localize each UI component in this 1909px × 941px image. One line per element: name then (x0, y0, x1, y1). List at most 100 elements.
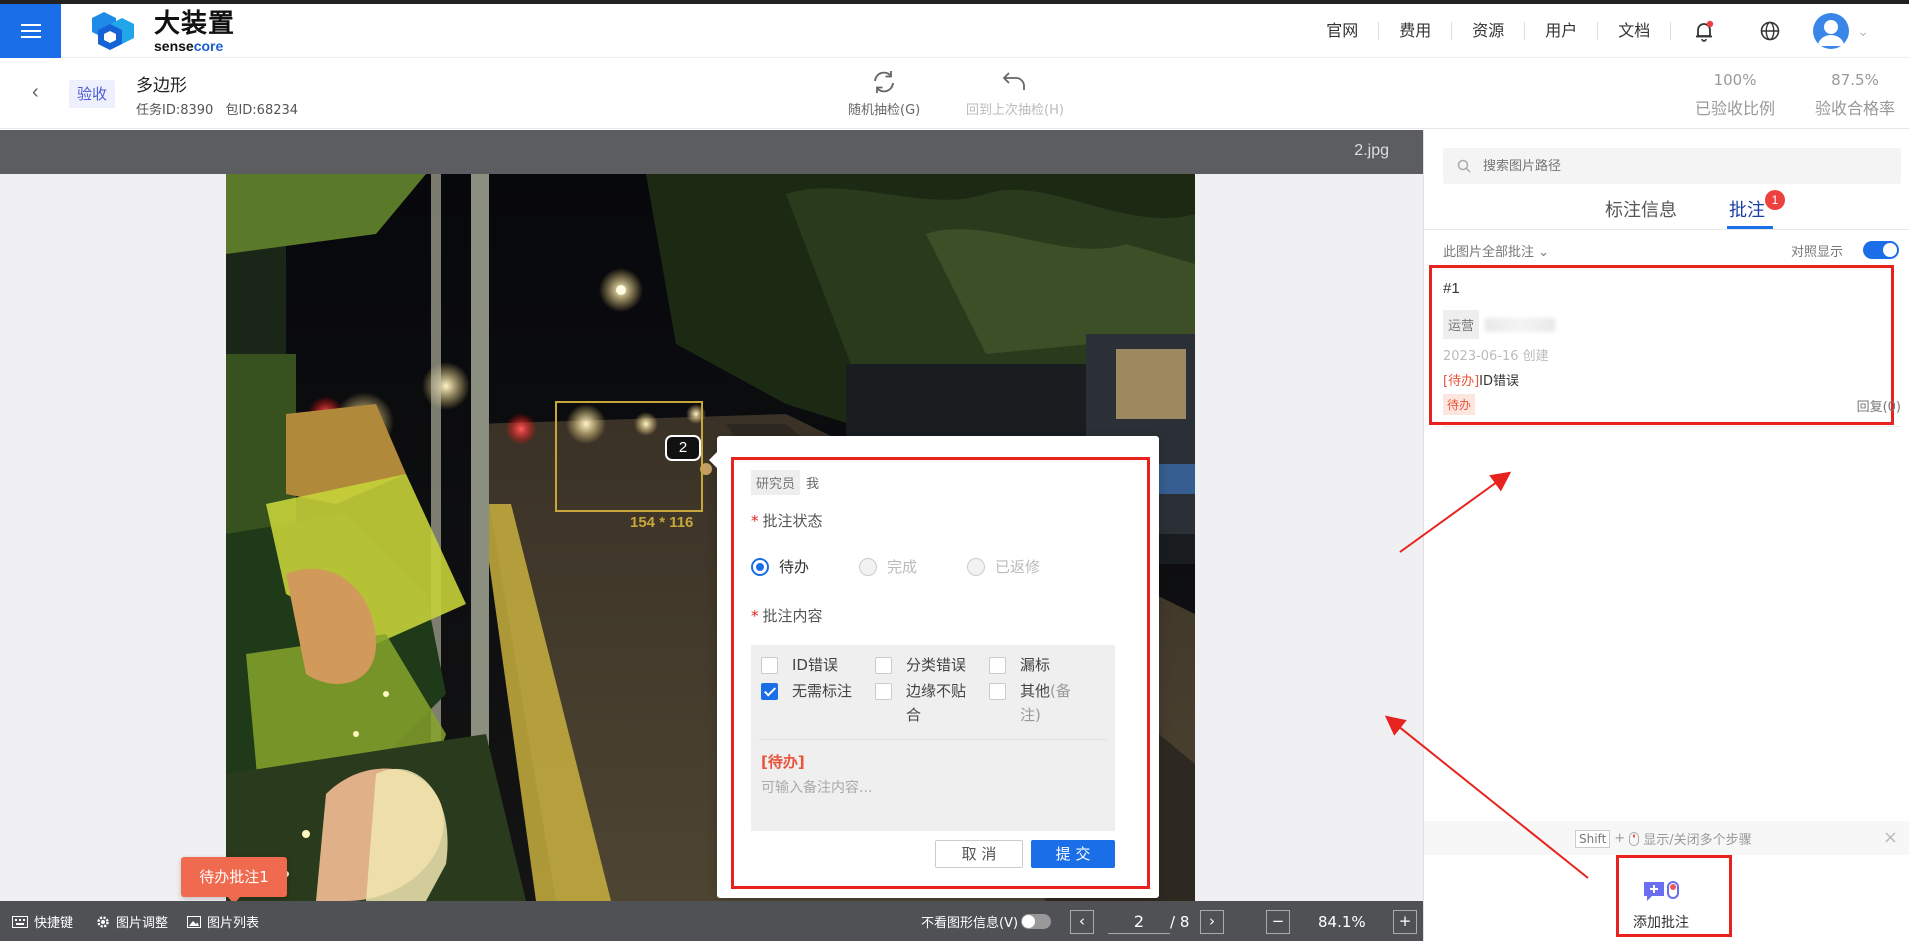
zoom-level: 84.1% (1318, 913, 1366, 931)
status-radio-reworked[interactable]: 已返修 (967, 556, 1040, 577)
next-page-button[interactable]: › (1200, 910, 1224, 934)
status-radio-pending[interactable]: 待办 (751, 556, 809, 577)
brand-logo[interactable]: 大装置 sensecore (80, 9, 236, 54)
note-id: #1 (1443, 280, 1460, 297)
pass-rate-label: 验收合格率 (1815, 99, 1896, 118)
gear-icon (97, 915, 109, 928)
image-path-search-input[interactable] (1483, 158, 1863, 174)
note-card[interactable]: #1 运营 2023-06-16 创建 [待办]ID错误 待办 回复(0) (1443, 276, 1901, 434)
pass-rate-stat: 87.5% 验收合格率 (1815, 71, 1895, 119)
back-to-last-check-button[interactable]: 回到上次抽检(H) (966, 65, 1064, 118)
top-navigation-bar: 大装置 sensecore 官网 费用 资源 用户 文档 ⌄ (0, 0, 1909, 58)
canvas-header: 2.jpg (0, 130, 1423, 174)
shortcuts-button[interactable]: 快捷键 (12, 912, 73, 931)
search-icon (1457, 159, 1471, 173)
check-no-label-needed[interactable]: 无需标注 (761, 679, 852, 703)
top-nav-menu: 官网 费用 资源 用户 文档 ⌄ (1306, 4, 1909, 58)
task-header: ‹ 验收 多边形 任务ID:8390 包ID:68234 随机抽检(G) 回到上… (0, 59, 1909, 129)
tab-notes[interactable]: 批注 (1727, 196, 1773, 229)
page-number-input[interactable]: 2 (1108, 910, 1170, 934)
logo-chinese-name: 大装置 (154, 9, 236, 39)
check-id-error[interactable]: ID错误 (761, 653, 838, 677)
popover-author: 研究员 我 (751, 470, 819, 495)
accepted-ratio-value: 100% (1713, 71, 1757, 89)
notification-button[interactable] (1686, 4, 1722, 58)
nav-billing[interactable]: 费用 (1379, 22, 1453, 40)
check-edge-mismatch[interactable]: 边缘不贴合 (875, 679, 976, 727)
status-field-label: * 批注状态 (751, 512, 823, 530)
bottom-toolbar: 快捷键 图片调整 图片列表 不看图形信息(V) ‹ 2 / 8 › − 84.1… (0, 901, 1423, 941)
zoom-in-button[interactable]: + (1393, 910, 1417, 934)
pending-annotation-chip[interactable]: 待办批注1 (181, 857, 287, 904)
note-text: [待办]ID错误 (1443, 374, 1520, 389)
shortcut-hint-bar: Shift + 显示/关闭多个步骤 × (1424, 821, 1909, 855)
submit-button[interactable]: 提 交 (1031, 840, 1115, 868)
check-divider (759, 739, 1107, 740)
refresh-icon (874, 71, 895, 93)
cancel-button[interactable]: 取 消 (935, 840, 1023, 868)
compare-display-toggle[interactable] (1863, 241, 1899, 259)
add-note-label: 添加批注 (1633, 915, 1689, 931)
chevron-right-icon: › (1209, 912, 1215, 930)
image-adjust-button[interactable]: 图片调整 (96, 912, 168, 931)
keyboard-icon (12, 915, 28, 928)
language-button[interactable] (1752, 4, 1788, 58)
shift-key: Shift (1575, 829, 1611, 848)
bbox-number-badge[interactable]: 2 (665, 435, 701, 461)
sensecore-logo-icon (92, 12, 134, 50)
check-class-error[interactable]: 分类错误 (875, 653, 966, 677)
file-name: 2.jpg (1354, 142, 1389, 159)
note-author: 运营 (1443, 310, 1556, 339)
random-check-button[interactable]: 随机抽检(G) (848, 65, 920, 118)
random-check-label: 随机抽检(G) (848, 103, 921, 118)
nav-users[interactable]: 用户 (1525, 22, 1599, 40)
right-side-panel: 标注信息 批注 1 此图片全部批注 ⌄ 对照显示 #1 运营 2023-06-1… (1423, 130, 1909, 941)
note-reply-link[interactable]: 回复(0) (1857, 396, 1901, 415)
image-path-search (1443, 148, 1901, 184)
panel-tabs: 标注信息 批注 1 (1424, 190, 1909, 230)
hide-shape-info-toggle[interactable] (1021, 914, 1051, 929)
check-missing-label[interactable]: 漏标 (989, 653, 1050, 677)
chevron-down-icon[interactable]: ⌄ (1857, 23, 1869, 40)
back-arrow-icon[interactable]: ‹ (32, 81, 39, 104)
page-total: / 8 (1170, 913, 1190, 931)
status-radio-done[interactable]: 完成 (859, 556, 917, 577)
image-icon (187, 915, 201, 928)
back-to-last-check-label: 回到上次抽检(H) (966, 103, 1064, 118)
add-comment-icon (1644, 881, 1679, 901)
compare-display-label: 对照显示 (1790, 245, 1843, 260)
notes-filter-dropdown[interactable]: 此图片全部批注 ⌄ (1443, 241, 1549, 260)
annotation-popover: 研究员 我 * 批注状态 待办 完成 已返修 * 批注内容 ID错误 分类错误 漏标… (709, 436, 1159, 898)
nav-resources[interactable]: 资源 (1452, 22, 1526, 40)
user-avatar-icon (1818, 20, 1845, 46)
user-avatar[interactable] (1813, 13, 1850, 49)
notes-count-badge: 1 (1765, 190, 1785, 210)
hamburger-menu-button[interactable] (0, 4, 61, 58)
task-ids: 任务ID:8390 包ID:68234 (136, 99, 306, 118)
check-other[interactable]: 其他(备注) (989, 679, 1082, 727)
stage-tag: 验收 (69, 80, 116, 108)
zoom-out-button[interactable]: − (1266, 910, 1290, 934)
nav-official-site[interactable]: 官网 (1306, 22, 1380, 40)
content-field-label: * 批注内容 (751, 607, 823, 625)
note-role-tag: 运营 (1443, 310, 1480, 339)
close-icon[interactable]: × (1883, 827, 1898, 848)
image-list-button[interactable]: 图片列表 (187, 912, 259, 931)
prev-page-button[interactable]: ‹ (1070, 910, 1094, 934)
task-title: 多边形 (136, 76, 187, 96)
note-created-date: 2023-06-16 创建 (1443, 349, 1549, 364)
mouse-icon (1629, 831, 1640, 846)
chevron-down-icon: ⌄ (1538, 245, 1550, 260)
logo-english-name: sensecore (154, 38, 224, 54)
annotation-canvas: 2.jpg 154 * 116 2 研究员 我 * 批注状态 待办 完成 已返修… (0, 130, 1423, 901)
add-note-button[interactable]: 添加批注 (1605, 866, 1717, 936)
nav-docs[interactable]: 文档 (1598, 22, 1672, 40)
accepted-ratio-label: 已验收比例 (1695, 99, 1776, 118)
hide-shape-info-label: 不看图形信息(V) (921, 916, 1019, 931)
task-id: 任务ID:8390 (136, 103, 214, 118)
note-status-badge: 待办 (1443, 394, 1476, 415)
tab-annotation-info[interactable]: 标注信息 (1605, 196, 1677, 222)
note-divider (1443, 426, 1901, 427)
note-input[interactable]: 可输入备注内容... (761, 777, 872, 797)
hint-text: 显示/关闭多个步骤 (1643, 833, 1752, 848)
